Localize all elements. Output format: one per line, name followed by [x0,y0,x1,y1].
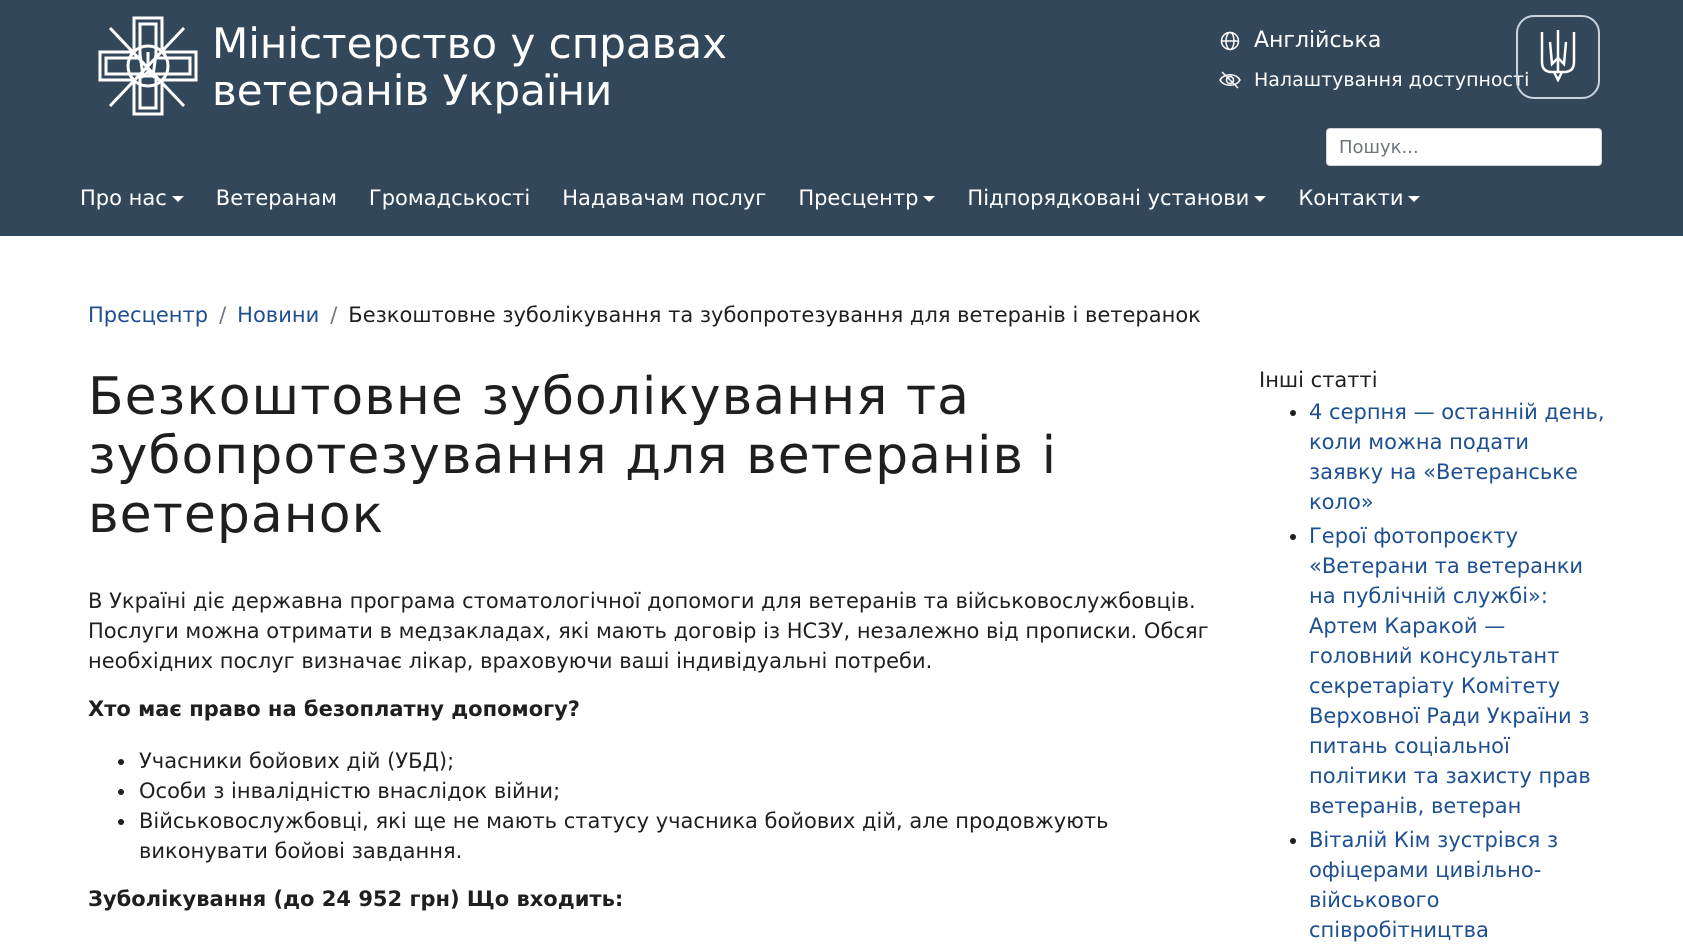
nav-item-veterans[interactable]: Ветеранам [216,186,337,210]
nav-item-press-center[interactable]: Пресцентр [798,186,936,210]
accessibility-label: Налаштування доступності [1254,69,1530,91]
eligibility-list: Учасники бойових дій (УБД); Особи з інва… [137,746,1157,866]
breadcrumb-separator: / [219,303,227,327]
other-articles-list: 4 серпня — останній день, коли можна под… [1309,397,1605,949]
main-nav: Про нас Ветеранам Громадськості Надавача… [80,186,1452,210]
site-title-line1: Міністерство у справах [212,19,727,68]
language-label: Англійська [1254,28,1382,53]
nav-item-label: Про нас [80,186,167,210]
nav-item-label: Громадськості [368,186,531,210]
other-article-link[interactable]: Віталій Кім зустрівся з офіцерами цивіль… [1309,828,1558,942]
list-item: Герої фотопроєкту «Ветерани та ветеранки… [1309,521,1605,821]
nav-item-label: Пресцентр [798,186,919,210]
accessibility-settings[interactable]: Налаштування доступності [1218,68,1529,92]
nav-item-contacts[interactable]: Контакти [1298,186,1421,210]
globe-icon [1218,29,1242,53]
eligibility-heading: Хто має право на безоплатну допомогу? [88,697,580,721]
nav-item-public[interactable]: Громадськості [369,186,530,210]
breadcrumb: Пресцентр / Новини / Безкоштовне зуболік… [88,303,1201,327]
nav-item-providers[interactable]: Надавачам послуг [562,186,766,210]
list-item: Учасники бойових дій (УБД); [137,746,1157,776]
nav-item-label: Ветеранам [215,186,337,210]
dental-treatment-heading: Зуболікування (до 24 952 грн) Що входить… [88,887,624,911]
breadcrumb-link-news[interactable]: Новини [237,303,319,327]
nav-item-subordinate-institutions[interactable]: Підпорядковані установи [967,186,1267,210]
caret-down-icon [171,196,184,202]
breadcrumb-separator: / [330,303,338,327]
nav-item-label: Надавачам послуг [562,186,767,210]
breadcrumb-link-press-center[interactable]: Пресцентр [88,303,208,327]
eye-slash-icon [1218,68,1242,92]
nav-item-about[interactable]: Про нас [80,186,184,210]
list-item: Особи з інвалідністю внаслідок війни; [137,776,1157,806]
breadcrumb-current: Безкоштовне зуболікування та зубопротезу… [348,303,1201,327]
caret-down-icon [1408,196,1421,202]
list-item: Військовослужбовці, які ще не мають стат… [137,806,1157,866]
list-item: Віталій Кім зустрівся з офіцерами цивіль… [1309,825,1605,945]
caret-down-icon [923,196,936,202]
other-article-link[interactable]: 4 серпня — останній день, коли можна под… [1309,400,1605,514]
nav-item-label: Контакти [1298,186,1404,210]
site-title[interactable]: Міністерство у справах ветеранів України [212,20,812,114]
ministry-logo-icon[interactable] [96,14,200,118]
other-article-link[interactable]: Герої фотопроєкту «Ветерани та ветеранки… [1309,524,1591,818]
language-switch[interactable]: Англійська [1218,28,1381,53]
trident-emblem[interactable] [1516,15,1600,99]
trident-icon [1538,28,1578,86]
search-input[interactable] [1326,128,1602,166]
article-intro: В Україні діє державна програма стоматол… [88,589,1209,673]
nav-item-label: Підпорядковані установи [967,186,1250,210]
site-header: Міністерство у справах ветеранів України… [0,0,1683,236]
list-item: 4 серпня — останній день, коли можна под… [1309,397,1605,517]
sidebar-title: Інші статті [1259,368,1378,392]
page-title: Безкоштовне зуболікування та зубопротезу… [88,367,1058,545]
caret-down-icon [1254,196,1267,202]
site-title-line2: ветеранів України [212,66,613,115]
